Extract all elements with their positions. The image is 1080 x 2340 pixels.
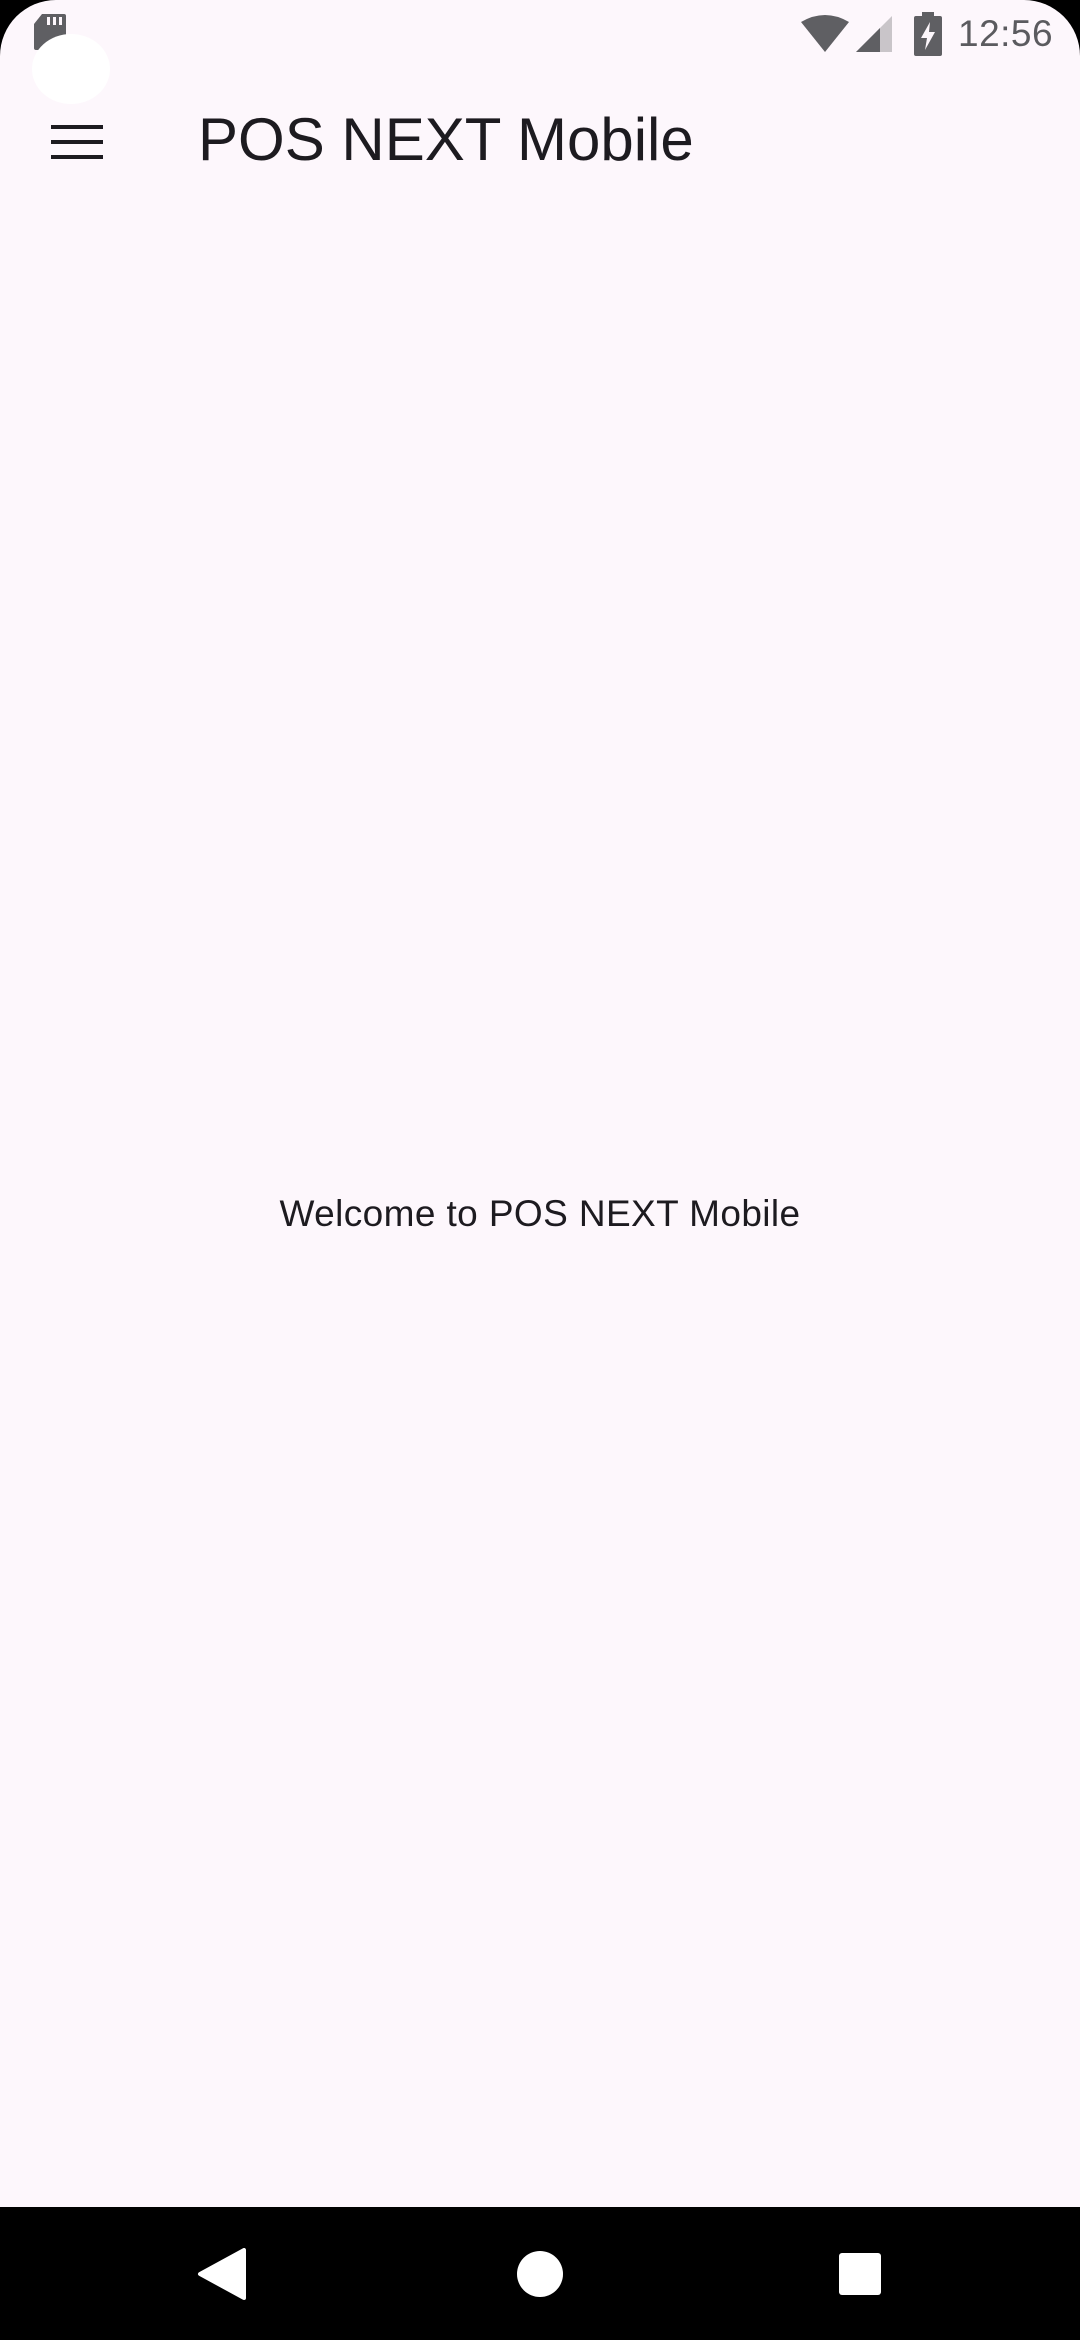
- menu-button[interactable]: [38, 110, 116, 174]
- status-time: 12:56: [958, 13, 1054, 54]
- battery-charging-icon: [914, 12, 942, 56]
- app-screen: 12:56 POS NEXT Mobile Welcome to POS NEX…: [0, 0, 1080, 2207]
- back-icon[interactable]: [196, 2248, 246, 2300]
- app-bar: POS NEXT Mobile: [0, 90, 1080, 194]
- hamburger-menu-icon: [51, 125, 103, 159]
- recents-icon[interactable]: [838, 2252, 882, 2296]
- wifi-icon: [801, 15, 849, 52]
- status-bar: 12:56: [0, 0, 1080, 104]
- home-icon[interactable]: [516, 2250, 564, 2298]
- cell-signal-icon: [856, 16, 892, 52]
- page-title: POS NEXT Mobile: [198, 106, 694, 173]
- welcome-message: Welcome to POS NEXT Mobile: [279, 1193, 801, 1234]
